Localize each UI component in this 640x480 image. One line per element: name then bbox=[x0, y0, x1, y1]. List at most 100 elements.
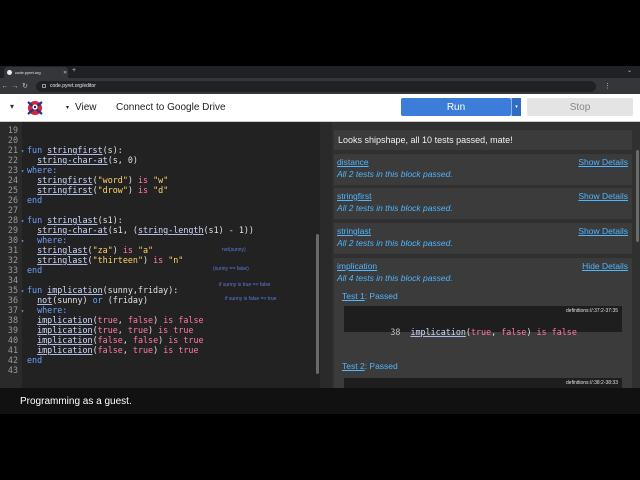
code-token: is bbox=[158, 325, 169, 335]
code-line[interactable]: 34 bbox=[0, 275, 320, 285]
line-number: 30 bbox=[7, 235, 18, 245]
results-scrollbar[interactable] bbox=[636, 150, 639, 242]
code-line[interactable]: 27 bbox=[0, 205, 320, 215]
code-token: "drow" bbox=[97, 185, 128, 195]
code-token: stringlast bbox=[37, 255, 88, 265]
code-line[interactable]: 29 string-char-at(s1, (string-length(s1)… bbox=[0, 225, 320, 235]
code-line[interactable]: 24 stringfirst("word") is "w" bbox=[0, 175, 320, 185]
panel-divider[interactable] bbox=[320, 122, 332, 388]
hide-details-link[interactable]: Hide Details bbox=[582, 261, 628, 271]
code-token: end bbox=[27, 355, 43, 365]
code-line[interactable]: 23 ▾ where: bbox=[0, 165, 320, 175]
forward-button[interactable]: → bbox=[10, 83, 20, 90]
code-line[interactable]: 41 implication(false, true) is true bbox=[0, 345, 320, 355]
handwritten-annotation: not(sunny) bbox=[222, 247, 246, 253]
tab-search-icon[interactable]: ⌄ bbox=[627, 67, 632, 74]
view-label: View bbox=[75, 102, 97, 113]
close-icon[interactable]: ✕ bbox=[63, 70, 67, 76]
code-line[interactable]: 39 implication(true, true) is true bbox=[0, 325, 320, 335]
code-line[interactable]: 19 bbox=[0, 125, 320, 135]
code-token: end bbox=[27, 195, 43, 205]
code-token: true bbox=[470, 327, 492, 337]
code-line[interactable]: 25 stringfirst("drow") is "d" bbox=[0, 185, 320, 195]
test-result-title: Test 2: Passed bbox=[342, 361, 398, 371]
lock-icon bbox=[42, 84, 46, 88]
code-token: true bbox=[127, 325, 149, 335]
reload-button[interactable]: ↻ bbox=[20, 82, 30, 90]
show-details-link[interactable]: Show Details bbox=[578, 157, 628, 167]
code-token: stringlast bbox=[47, 215, 98, 225]
show-details-link[interactable]: Show Details bbox=[578, 226, 628, 236]
view-menu[interactable]: ▾ View bbox=[66, 102, 97, 113]
status-bar: Programming as a guest. bbox=[0, 388, 640, 414]
code-token: , bbox=[122, 335, 133, 345]
back-button[interactable]: ← bbox=[0, 83, 10, 90]
code-token: true bbox=[97, 325, 118, 335]
code-editor[interactable]: 19 20 21 ▾ fun stringfirst(s): 22 string-char… bbox=[0, 122, 320, 388]
block-status: All 2 tests in this block passed. bbox=[337, 169, 453, 179]
code-token: is bbox=[168, 335, 179, 345]
check-block-implication: implication Hide Details All 4 tests in … bbox=[334, 258, 632, 388]
test-code-line: implication(true, false) is false bbox=[410, 327, 576, 337]
block-name-link[interactable]: implication bbox=[337, 261, 377, 271]
code-token: implication bbox=[37, 335, 93, 345]
test-result: : Passed bbox=[364, 361, 398, 371]
code-line[interactable]: 32 stringlast("thirteen") is "n" bbox=[0, 255, 320, 265]
source-location-link[interactable]: definitions://:37:2-37:35 bbox=[566, 308, 618, 314]
code-line[interactable]: 30 ▾ where: bbox=[0, 235, 320, 245]
code-token: true bbox=[173, 325, 194, 335]
check-block-stringfirst: stringfirst Show Details All 2 tests in … bbox=[334, 188, 632, 219]
show-details-link[interactable]: Show Details bbox=[578, 191, 628, 201]
editor-scrollbar[interactable] bbox=[316, 234, 319, 374]
menu-dropdown-icon[interactable]: ▾ bbox=[10, 102, 14, 111]
block-name-link[interactable]: stringlast bbox=[337, 226, 371, 236]
code-line[interactable]: 40 implication(false, false) is true bbox=[0, 335, 320, 345]
code-line[interactable]: 42 end bbox=[0, 355, 320, 365]
browser-tab[interactable]: code.pyret.org ✕ bbox=[4, 67, 68, 78]
url-text: code.pyret.org/editor bbox=[50, 83, 96, 89]
code-line[interactable]: 33 end bbox=[0, 265, 320, 275]
line-number: 42 bbox=[7, 355, 18, 365]
pyret-logo-icon[interactable] bbox=[24, 98, 46, 118]
test-link[interactable]: Test 2 bbox=[342, 361, 365, 371]
code-line[interactable]: 31 stringlast("za") is "a" bbox=[0, 245, 320, 255]
line-number: 34 bbox=[7, 275, 18, 285]
code-token: stringfirst bbox=[37, 185, 93, 195]
line-number: 23 bbox=[7, 165, 18, 175]
code-line[interactable]: 38 implication(true, false) is false bbox=[0, 315, 320, 325]
code-line[interactable]: 22 string-char-at(s, 0) bbox=[0, 155, 320, 165]
browser-menu-button[interactable]: ⋮ bbox=[604, 82, 611, 90]
code-token: ) bbox=[158, 335, 169, 345]
stop-button[interactable]: Stop bbox=[527, 98, 633, 116]
block-name-link[interactable]: distance bbox=[337, 157, 369, 167]
test-code: 38 implication(true, false) is false bbox=[350, 317, 577, 347]
code-line[interactable]: 26 end bbox=[0, 195, 320, 205]
source-location-link[interactable]: definitions://:38:2-38:33 bbox=[566, 380, 618, 386]
code-line[interactable]: 37 ▾ where: bbox=[0, 305, 320, 315]
line-number: 25 bbox=[7, 185, 18, 195]
new-tab-button[interactable]: + bbox=[72, 67, 76, 74]
block-status: All 4 tests in this block passed. bbox=[337, 273, 453, 283]
chevron-down-icon: ▾ bbox=[66, 105, 70, 111]
code-line[interactable]: 43 bbox=[0, 365, 320, 375]
code-line[interactable]: 21 ▾ fun stringfirst(s): bbox=[0, 145, 320, 155]
block-name-link[interactable]: stringfirst bbox=[337, 191, 371, 201]
test-result-title: Test 1: Passed bbox=[342, 291, 398, 301]
code-line[interactable]: 20 bbox=[0, 135, 320, 145]
run-dropdown-button[interactable]: ▾ bbox=[511, 98, 521, 116]
code-line[interactable]: 35 ▾ fun implication(sunny,friday): bbox=[0, 285, 320, 295]
code-line[interactable]: 28 ▾ fun stringlast(s1): bbox=[0, 215, 320, 225]
run-button[interactable]: Run bbox=[401, 98, 511, 116]
test-link[interactable]: Test 1 bbox=[342, 291, 365, 301]
code-token: is bbox=[536, 327, 547, 337]
code-token: string-char-at bbox=[37, 225, 108, 235]
line-number: 41 bbox=[7, 345, 18, 355]
line-number: 35 bbox=[7, 285, 18, 295]
connect-drive-button[interactable]: Connect to Google Drive bbox=[116, 102, 226, 113]
address-bar[interactable]: code.pyret.org/editor bbox=[36, 80, 596, 92]
